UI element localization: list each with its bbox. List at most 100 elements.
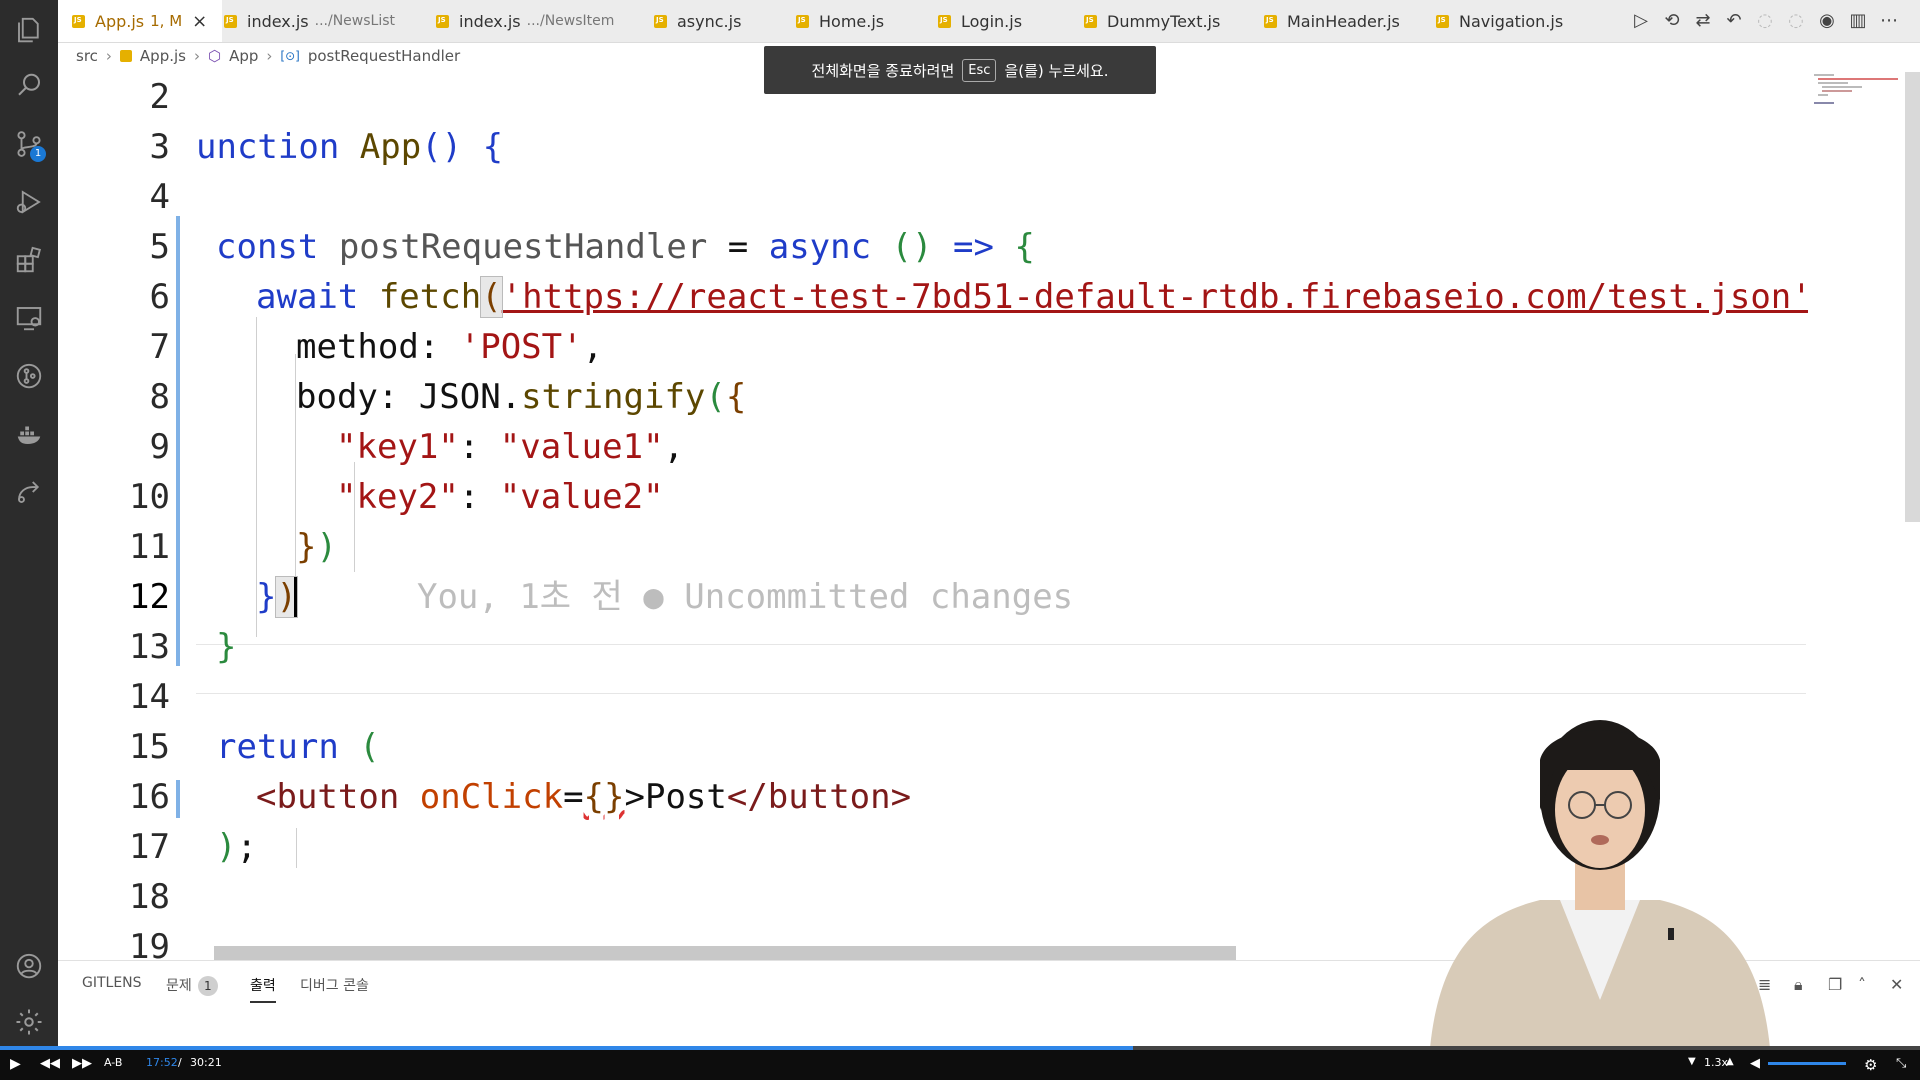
fullscreen-exit-toast: 전체화면을 종료하려면 Esc 을(를) 누르세요. — [764, 46, 1156, 94]
source-control-icon[interactable]: 1 — [0, 118, 58, 170]
line-number: 13 — [129, 627, 170, 667]
breadcrumb-item[interactable]: App.js — [140, 47, 186, 65]
line-number: 19 — [129, 927, 170, 960]
tab-label: Navigation.js — [1459, 11, 1564, 31]
forward-icon[interactable]: ▶▶ — [72, 1056, 92, 1071]
extensions-icon[interactable] — [0, 234, 58, 286]
revision-next-icon[interactable]: ◌ — [1785, 10, 1807, 32]
run-icon[interactable]: ▷ — [1630, 10, 1652, 32]
vertical-scrollbar[interactable] — [1905, 72, 1920, 522]
breadcrumb-item[interactable]: App — [229, 47, 258, 65]
settings-gear-icon[interactable] — [0, 996, 58, 1048]
js-file-icon — [1084, 14, 1097, 28]
git-blame-annotation: You, 1초 전 ● Uncommitted changes — [416, 577, 1074, 617]
line-number: 15 — [129, 727, 170, 767]
tab-label: index.js — [459, 11, 521, 31]
timeline-icon[interactable]: ⟲ — [1661, 10, 1683, 32]
tab-index-js-newslist[interactable]: index.js .../NewsList — [224, 0, 395, 42]
volume-icon[interactable]: ◀︎ — [1750, 1056, 1760, 1071]
current-line-highlight — [196, 644, 1806, 694]
line-number: 5 — [149, 227, 170, 267]
line-number-current: 12 — [129, 577, 170, 617]
tab-output[interactable]: 출력 — [250, 975, 276, 1003]
more-actions-icon[interactable]: ⋯ — [1878, 10, 1900, 32]
run-debug-icon[interactable] — [0, 176, 58, 228]
tab-dummytext-js[interactable]: DummyText.js — [1084, 0, 1220, 42]
gutter-change-marker — [176, 626, 180, 664]
tab-gitlens[interactable]: GITLENS — [82, 975, 142, 991]
tab-home-js[interactable]: Home.js — [796, 0, 884, 42]
lock-icon[interactable]: 🔒︎ — [1794, 975, 1803, 995]
line-number: 18 — [129, 877, 170, 917]
tab-label: MainHeader.js — [1287, 11, 1400, 31]
code-line-15: return ( — [216, 727, 380, 767]
speed-down-icon[interactable]: ▼ — [1688, 1056, 1696, 1067]
line-number: 10 — [129, 477, 170, 517]
playback-speed[interactable]: 1.3x — [1704, 1056, 1728, 1069]
code-line-17: ); — [216, 827, 257, 867]
volume-slider[interactable] — [1768, 1062, 1846, 1065]
tab-index-js-newsitem[interactable]: index.js .../NewsItem — [436, 0, 614, 42]
tab-label: index.js — [247, 11, 309, 31]
search-icon[interactable] — [0, 60, 58, 112]
speed-up-icon[interactable]: ▲ — [1726, 1056, 1734, 1067]
breadcrumb-item[interactable]: postRequestHandler — [308, 47, 460, 65]
breadcrumb-item[interactable]: src — [76, 47, 98, 65]
gitlens-toolbar-icon[interactable]: ◉ — [1816, 10, 1838, 32]
tab-label: Home.js — [819, 11, 885, 31]
ab-repeat-button[interactable]: A-B — [104, 1056, 122, 1069]
tab-label: DummyText.js — [1107, 11, 1221, 31]
time-separator: / — [178, 1056, 182, 1069]
line-number: 8 — [149, 377, 170, 417]
copy-icon[interactable]: ❐ — [1828, 975, 1842, 994]
js-file-icon — [654, 14, 667, 28]
total-time: 30:21 — [190, 1056, 222, 1069]
code-line-11: }) — [296, 527, 337, 567]
js-file-icon — [224, 14, 237, 28]
close-panel-icon[interactable]: ✕ — [1890, 975, 1903, 994]
video-progress-bar[interactable] — [0, 1046, 1920, 1050]
js-file-icon — [436, 14, 449, 28]
line-number: 14 — [129, 677, 170, 717]
component-icon: ⬡ — [207, 47, 222, 65]
exit-fullscreen-icon[interactable]: ⤡ — [1896, 1056, 1906, 1071]
js-file-icon — [72, 14, 85, 28]
line-number: 4 — [149, 177, 170, 217]
tab-navigation-js[interactable]: Navigation.js — [1436, 0, 1563, 42]
tab-debug-console[interactable]: 디버그 콘솔 — [300, 975, 369, 995]
tab-mainheader-js[interactable]: MainHeader.js — [1264, 0, 1400, 42]
code-line-5: const postRequestHandler = async () => { — [216, 227, 1035, 267]
live-share-icon[interactable] — [0, 466, 58, 518]
revision-prev-icon[interactable]: ◌ — [1754, 10, 1776, 32]
rewind-icon[interactable]: ◀◀ — [40, 1056, 60, 1071]
tab-label: async.js — [677, 11, 742, 31]
activity-bar: 1 — [0, 0, 58, 1048]
gitlens-icon[interactable] — [0, 350, 58, 402]
chevron-right-icon: › — [193, 47, 200, 65]
line-number: 6 — [149, 277, 170, 317]
remote-explorer-icon[interactable] — [0, 292, 58, 344]
js-file-icon — [119, 50, 132, 62]
tab-login-js[interactable]: Login.js — [938, 0, 1022, 42]
js-file-icon — [1264, 14, 1277, 28]
chevron-up-icon[interactable]: ˄ — [1858, 975, 1866, 994]
compare-icon[interactable]: ⇄ — [1692, 10, 1714, 32]
explorer-icon[interactable] — [0, 4, 58, 56]
split-editor-icon[interactable]: ▥ — [1847, 10, 1869, 32]
text-cursor — [294, 577, 297, 617]
tab-app-js[interactable]: App.js 1, M × — [58, 0, 222, 42]
video-player-bar: ▶ ◀◀ ▶▶ A-B 17:52 / 30:21 ▼ 1.3x ▲ ◀︎ ⚙ … — [0, 1046, 1920, 1080]
js-file-icon — [796, 14, 809, 28]
minimap[interactable] — [1808, 72, 1908, 112]
tab-problems[interactable]: 문제 1 — [166, 975, 218, 996]
tab-async-js[interactable]: async.js — [654, 0, 741, 42]
tab-modified-indicator: 1, M — [150, 12, 183, 30]
horizontal-scrollbar[interactable] — [214, 946, 1236, 960]
settings-gear-icon[interactable]: ⚙ — [1864, 1056, 1877, 1074]
play-icon[interactable]: ▶ — [10, 1056, 21, 1072]
close-icon[interactable]: × — [192, 11, 207, 32]
code-line-7: method: 'POST', — [296, 327, 604, 367]
docker-icon[interactable] — [0, 408, 58, 460]
account-icon[interactable] — [0, 940, 58, 992]
revision-back-icon[interactable]: ↶ — [1723, 10, 1745, 32]
